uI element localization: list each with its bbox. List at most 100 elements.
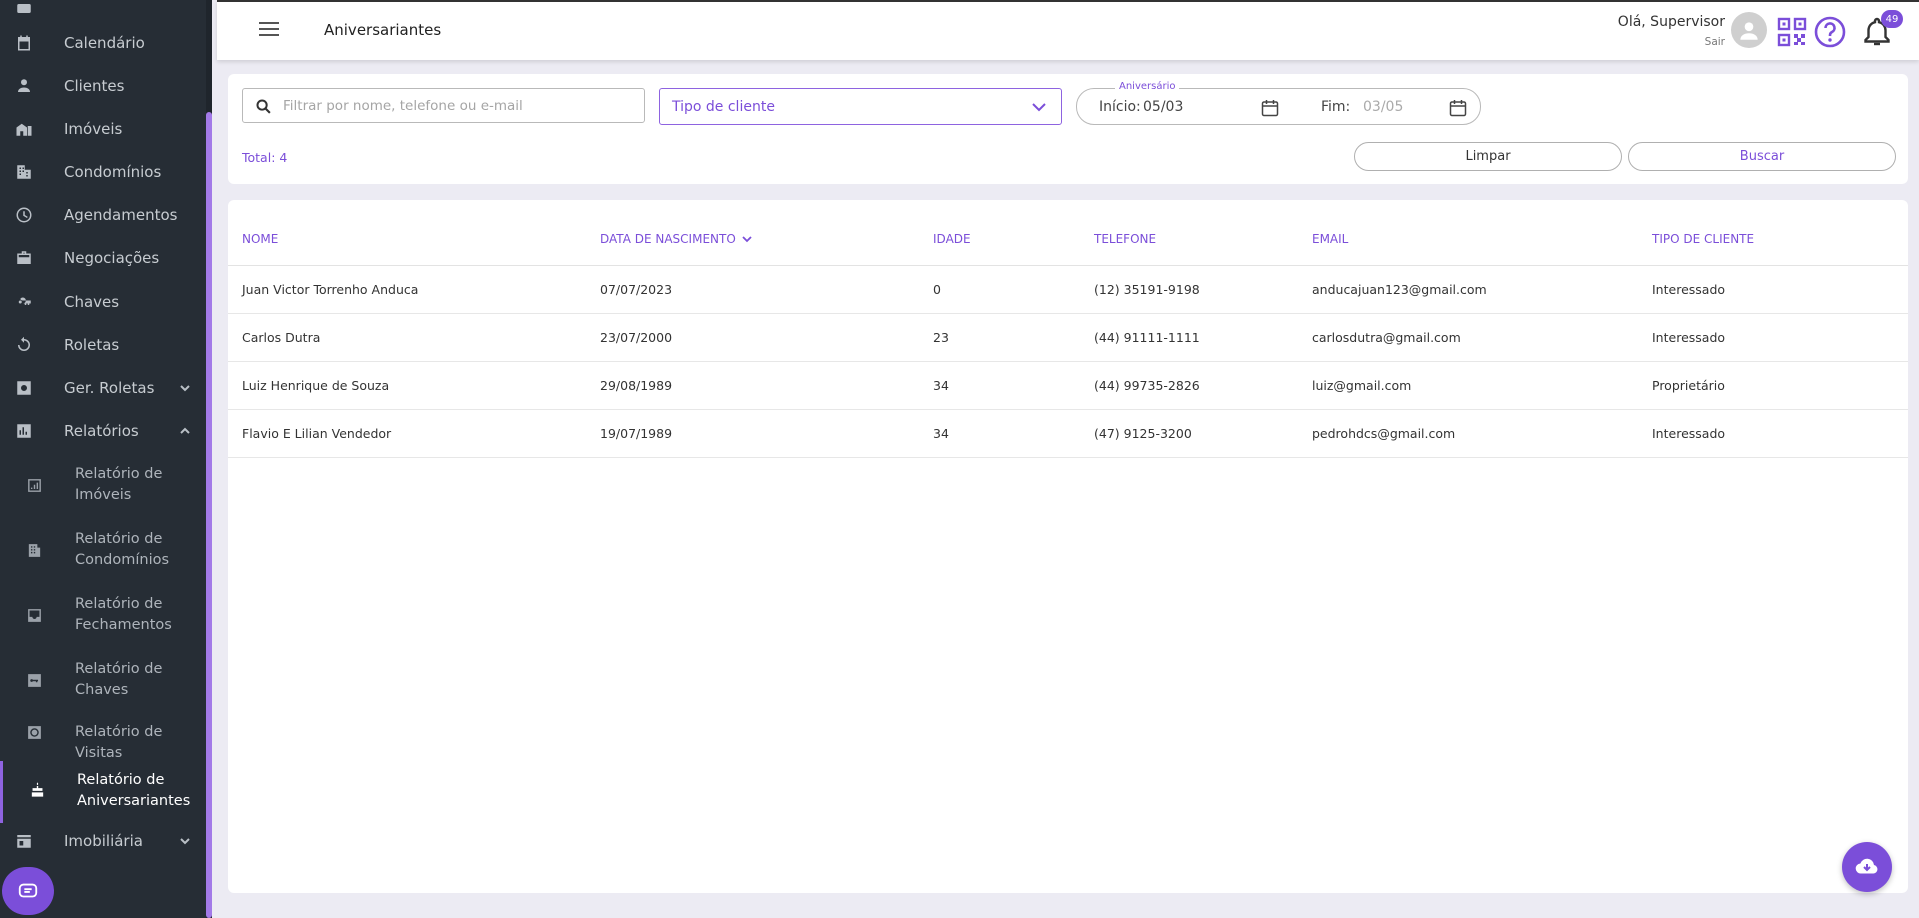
buildings-icon <box>14 119 34 139</box>
search-button[interactable]: Buscar <box>1628 142 1896 171</box>
client-type-value: Tipo de cliente <box>672 99 775 115</box>
sidebar-item-imobiliaria[interactable]: Imobiliária <box>0 822 206 860</box>
inbox-icon <box>26 607 44 625</box>
sidebar-item-label: Clientes <box>64 77 125 95</box>
download-button[interactable] <box>1842 842 1892 892</box>
cell-tipo-cliente: Proprietário <box>1652 378 1725 393</box>
sidebar-subitem-label: Relatório de Condomínios <box>75 531 170 568</box>
sidebar-subitem-relatorio-fechamentos[interactable]: Relatório de Fechamentos <box>0 594 206 638</box>
chevron-down-icon <box>1032 103 1046 112</box>
column-header-nome[interactable]: NOME <box>242 232 278 246</box>
sidebar-item-calendario[interactable]: Calendário <box>0 24 206 62</box>
key-box-icon <box>26 672 44 690</box>
sidebar-item-negociacoes[interactable]: Negociações <box>0 239 206 277</box>
sidebar-item-imoveis[interactable]: Imóveis <box>0 110 206 148</box>
cell-email: carlosdutra@gmail.com <box>1312 330 1461 345</box>
cell-nome: Luiz Henrique de Souza <box>242 378 390 393</box>
sidebar-item-ger-roletas[interactable]: Ger. Roletas <box>0 369 206 407</box>
sidebar-item-label: Calendário <box>64 34 145 52</box>
birthday-table: NOME DATA DE NASCIMENTO IDADE TELEFONE E… <box>228 200 1908 893</box>
hamburger-menu-button[interactable] <box>259 22 279 40</box>
sidebar-item-relatorios[interactable]: Relatórios <box>0 412 206 450</box>
cell-idade: 34 <box>933 378 949 393</box>
avatar[interactable] <box>1731 12 1767 48</box>
cell-nome: Flavio E Lilian Vendedor <box>242 426 392 441</box>
end-date-input[interactable]: 03/05 <box>1363 99 1403 115</box>
sidebar-item-clientes[interactable]: Clientes <box>0 67 206 105</box>
total-count: Total: 4 <box>242 150 288 165</box>
calendar-icon[interactable] <box>1260 98 1280 118</box>
sidebar-item-label: Relatórios <box>64 422 139 440</box>
person-icon <box>14 76 34 96</box>
column-header-tipo-cliente[interactable]: TIPO DE CLIENTE <box>1652 232 1754 246</box>
sidebar-subitem-relatorio-condominios[interactable]: Relatório de Condomínios <box>0 529 206 573</box>
user-greeting: Olá, Supervisor <box>1617 14 1725 30</box>
sidebar-item-label: Imóveis <box>64 120 123 138</box>
search-field[interactable] <box>242 88 645 123</box>
sidebar-subitem-label: Relatório de Visitas <box>75 724 163 761</box>
store-icon <box>14 831 34 851</box>
cell-tipo-cliente: Interessado <box>1652 282 1726 297</box>
help-icon[interactable] <box>1813 15 1847 49</box>
column-header-label: DATA DE NASCIMENTO <box>600 232 736 246</box>
column-header-idade[interactable]: IDADE <box>933 232 971 246</box>
cell-nome: Carlos Dutra <box>242 330 321 345</box>
refresh-icon <box>14 335 34 355</box>
column-header-telefone[interactable]: TELEFONE <box>1094 232 1156 246</box>
filter-panel: Tipo de cliente Aniversário Início: 05/0… <box>228 74 1908 184</box>
sidebar-subitem-relatorio-chaves[interactable]: Relatório de Chaves <box>0 659 206 703</box>
birthday-date-range: Aniversário Início: 05/03 Fim: 03/05 <box>1076 81 1481 125</box>
sidebar-subitem-relatorio-aniversariantes[interactable]: Relatório de Aniversariantes <box>0 761 206 823</box>
building-icon <box>26 542 44 560</box>
end-date-label: Fim: <box>1321 99 1351 115</box>
chat-button[interactable] <box>2 867 54 915</box>
chevron-down-icon <box>178 834 192 848</box>
sidebar-subitem-label: Relatório de Imóveis <box>75 466 163 503</box>
sidebar-item-label: Condomínios <box>64 163 162 181</box>
sidebar-subitem-relatorio-imoveis[interactable]: Relatório de Imóveis <box>0 464 206 508</box>
search-input[interactable] <box>283 95 633 117</box>
cell-telefone: (12) 35191-9198 <box>1094 282 1200 297</box>
column-header-email[interactable]: EMAIL <box>1312 232 1348 246</box>
chat-icon <box>18 883 38 898</box>
cell-idade: 0 <box>933 282 941 297</box>
table-row[interactable]: Carlos Dutra 23/07/2000 23 (44) 91111-11… <box>228 314 1908 362</box>
cell-email: pedrohdcs@gmail.com <box>1312 426 1456 441</box>
cell-data-nascimento: 23/07/2000 <box>600 330 673 345</box>
cake-icon <box>29 781 47 799</box>
sidebar-item-roletas[interactable]: Roletas <box>0 326 206 364</box>
sidebar-item-partial[interactable] <box>0 0 206 26</box>
table-row[interactable]: Flavio E Lilian Vendedor 19/07/1989 34 (… <box>228 410 1908 458</box>
clear-button[interactable]: Limpar <box>1354 142 1622 171</box>
start-date-input[interactable]: 05/03 <box>1143 99 1183 115</box>
qr-code-icon[interactable] <box>1777 17 1807 47</box>
sort-chevron-down-icon <box>742 236 752 243</box>
partial-icon <box>14 0 34 17</box>
sidebar-item-label: Imobiliária <box>64 832 143 850</box>
table-row[interactable]: Luiz Henrique de Souza 29/08/1989 34 (44… <box>228 362 1908 410</box>
notification-badge: 49 <box>1881 10 1903 28</box>
sidebar-item-chaves[interactable]: Chaves <box>0 283 206 321</box>
sidebar-item-agendamentos[interactable]: Agendamentos <box>0 196 206 234</box>
calendar-icon[interactable] <box>1448 98 1468 118</box>
logout-link[interactable]: Sair <box>1705 36 1725 48</box>
column-header-data-nascimento[interactable]: DATA DE NASCIMENTO <box>600 232 754 246</box>
page-title: Aniversariantes <box>324 21 442 39</box>
sidebar-item-label: Chaves <box>64 293 120 311</box>
sidebar-item-condominios[interactable]: Condomínios <box>0 153 206 191</box>
calendar-icon <box>14 33 34 53</box>
cell-idade: 23 <box>933 330 949 345</box>
cell-telefone: (47) 9125-3200 <box>1094 426 1192 441</box>
date-range-legend: Aniversário <box>1115 81 1180 92</box>
sidebar-subitem-label: Relatório de Aniversariantes <box>77 772 191 809</box>
table-header: NOME DATA DE NASCIMENTO IDADE TELEFONE E… <box>228 220 1908 266</box>
top-bar: Aniversariantes Olá, Supervisor Sair 49 <box>217 0 1919 60</box>
table-row[interactable]: Juan Victor Torrenho Anduca 07/07/2023 0… <box>228 266 1908 314</box>
apartment-icon <box>14 162 34 182</box>
key-icon <box>14 292 34 312</box>
client-type-select[interactable]: Tipo de cliente <box>659 88 1062 125</box>
cell-idade: 34 <box>933 426 949 441</box>
sidebar-subitem-relatorio-visitas[interactable]: Relatório de Visitas <box>0 722 206 761</box>
chart-building-icon <box>26 477 44 495</box>
gear-box-icon <box>14 378 34 398</box>
